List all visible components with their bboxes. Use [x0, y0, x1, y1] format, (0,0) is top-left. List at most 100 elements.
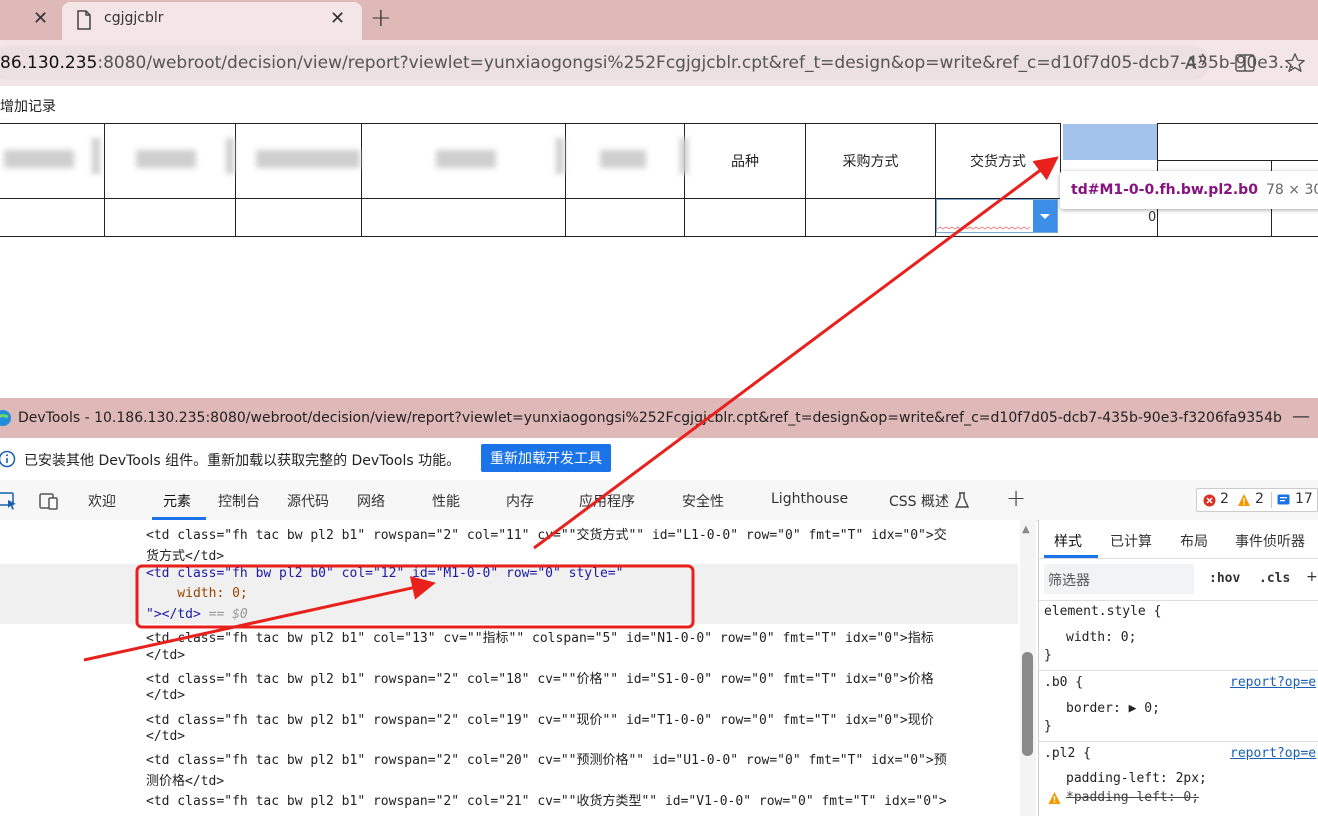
- dropdown-arrow-button[interactable]: [1033, 200, 1057, 232]
- dom-line-selected-close: "></td>: [146, 607, 201, 622]
- dom-line-selected[interactable]: "></td> == $0: [146, 607, 248, 622]
- dom-line[interactable]: 测价格</td>: [146, 770, 224, 789]
- tab-performance[interactable]: 性能: [432, 491, 460, 511]
- report-data-cell[interactable]: [0, 198, 105, 237]
- rule-source-link[interactable]: report?op=e: [1230, 746, 1316, 761]
- close-tab-icon[interactable]: ✕: [330, 8, 345, 29]
- report-header-cell: [1157, 123, 1318, 161]
- dom-scrollbar-thumb[interactable]: [1022, 652, 1033, 756]
- dom-line[interactable]: <td class="fh tac bw pl2 b1" rowspan="2"…: [146, 524, 947, 543]
- error-icon: [1203, 494, 1216, 507]
- rule-b0: .b0 {: [1044, 675, 1084, 690]
- dom-line-selected[interactable]: width: 0;: [146, 586, 247, 601]
- styles-tab-computed[interactable]: 已计算: [1110, 531, 1152, 551]
- styles-tab-styles[interactable]: 样式: [1054, 531, 1082, 551]
- decl-padding-left[interactable]: padding-left: 2px;: [1066, 771, 1207, 786]
- close-tab-icon[interactable]: ✕: [33, 8, 48, 29]
- cell-value: 0: [1148, 210, 1157, 225]
- dom-line[interactable]: <td class="fh tac bw pl2 b1" col="13" cv…: [146, 627, 934, 646]
- rule-element-style: element.style {: [1044, 604, 1162, 619]
- hover-state-toggle[interactable]: :hov: [1209, 571, 1240, 586]
- favorite-star-icon[interactable]: [1284, 52, 1306, 74]
- reload-devtools-button[interactable]: 重新加载开发工具: [481, 444, 611, 472]
- dom-line[interactable]: <td class="fh tac bw pl2 b1" rowspan="2"…: [146, 668, 934, 687]
- blurred-header-text: [556, 138, 564, 174]
- rule-close-brace: }: [1044, 719, 1052, 734]
- tab-sources[interactable]: 源代码: [287, 491, 329, 511]
- dom-line[interactable]: <td class="fh tac bw pl2 b1" rowspan="2"…: [146, 709, 934, 728]
- read-aloud-icon[interactable]: A: [1184, 52, 1208, 74]
- tab-welcome[interactable]: 欢迎: [88, 491, 116, 511]
- url-host: 86.130.235: [0, 53, 98, 73]
- dom-line[interactable]: </td>: [146, 729, 185, 744]
- blurred-header-text: [256, 150, 360, 168]
- inspect-highlight-box: [1063, 124, 1157, 160]
- url-path: :8080/webroot/decision/view/report?viewl…: [97, 53, 1295, 73]
- dom-line[interactable]: </td>: [146, 648, 185, 663]
- report-data-cell[interactable]: [565, 198, 685, 237]
- tab-console[interactable]: 控制台: [218, 491, 260, 511]
- edge-logo-icon: [0, 410, 11, 426]
- warning-icon: [1238, 494, 1250, 506]
- report-data-cell[interactable]: [684, 198, 806, 237]
- delivery-method-dropdown[interactable]: [936, 199, 1058, 233]
- styles-divider: [1039, 558, 1318, 559]
- styles-tab-layout[interactable]: 布局: [1180, 531, 1208, 551]
- node-expand-marker[interactable]: ›: [0, 566, 1, 580]
- selected-node-marker: == $0: [200, 607, 248, 622]
- svg-text:A: A: [1185, 54, 1197, 74]
- blurred-header-text: [92, 138, 100, 174]
- add-record-link[interactable]: 增加记录: [0, 96, 56, 116]
- tab-network[interactable]: 网络: [357, 491, 385, 511]
- error-count: 2: [1220, 491, 1229, 507]
- split-screen-icon[interactable]: [1234, 53, 1256, 73]
- styles-divider: [1039, 741, 1318, 742]
- new-tab-button[interactable]: +: [370, 3, 392, 33]
- scroll-up-arrow-icon[interactable]: ▲: [1022, 524, 1030, 535]
- tab-css-overview[interactable]: CSS 概述: [889, 491, 949, 511]
- rule-pl2: .pl2 {: [1044, 746, 1091, 761]
- info-messages-icon: [1277, 494, 1290, 505]
- report-data-cell[interactable]: [104, 198, 236, 237]
- invalid-property-warning-icon: [1048, 792, 1061, 804]
- decl-border[interactable]: border: ▶ 0;: [1066, 701, 1160, 716]
- dom-line[interactable]: </td>: [146, 688, 185, 703]
- device-toolbar-icon[interactable]: [38, 491, 60, 511]
- class-toggle[interactable]: .cls: [1259, 571, 1290, 586]
- header-variety: 品种: [684, 123, 806, 199]
- report-data-cell[interactable]: [805, 198, 936, 237]
- rule-source-link[interactable]: report?op=e: [1230, 675, 1316, 690]
- new-rule-button[interactable]: +: [1306, 569, 1318, 585]
- dom-line[interactable]: <td class="fh tac bw pl2 b1" rowspan="2"…: [146, 790, 947, 809]
- blurred-header-text: [600, 150, 646, 168]
- tab-title: cgjgjcblr: [104, 10, 164, 26]
- devtools-tab-bar: [0, 480, 1318, 521]
- tab-security[interactable]: 安全性: [682, 491, 724, 511]
- url-text[interactable]: 86.130.235:8080/webroot/decision/view/re…: [0, 53, 1295, 73]
- report-data-cell[interactable]: [235, 198, 362, 237]
- tab-elements[interactable]: 元素: [163, 491, 191, 511]
- flask-icon: [954, 492, 970, 508]
- more-tabs-button[interactable]: +: [1006, 484, 1026, 512]
- decl-width[interactable]: width: 0;: [1066, 630, 1136, 645]
- tab-application[interactable]: 应用程序: [579, 491, 635, 511]
- tab-lighthouse[interactable]: Lighthouse: [771, 491, 848, 507]
- header-purchase-method: 采购方式: [805, 123, 936, 199]
- page-icon: [77, 10, 91, 30]
- dom-line[interactable]: 货方式</td>: [146, 545, 224, 564]
- issue-counters[interactable]: 2 2 17: [1196, 488, 1318, 512]
- styles-divider: [1039, 670, 1318, 671]
- tab-memory[interactable]: 内存: [506, 491, 534, 511]
- tooltip-selector: td#M1-0-0.fh.bw.pl2.b0: [1071, 182, 1258, 198]
- dom-line[interactable]: <td class="fh tac bw pl2 b1" rowspan="2"…: [146, 749, 947, 768]
- decl-padding-left-invalid[interactable]: *padding-left: 0;: [1066, 790, 1199, 805]
- styles-filter-input[interactable]: 筛选器: [1044, 564, 1194, 594]
- report-data-cell[interactable]: [361, 198, 566, 237]
- styles-divider: [1039, 600, 1318, 601]
- inspect-tooltip: td#M1-0-0.fh.bw.pl2.b0 78 × 30: [1060, 171, 1318, 209]
- inspect-element-icon[interactable]: [0, 491, 18, 511]
- dom-line-selected[interactable]: <td class="fh bw pl2 b0" col="12" id="M1…: [146, 566, 623, 581]
- minimize-button[interactable]: —: [1292, 406, 1310, 427]
- styles-tab-event-listeners[interactable]: 事件侦听器: [1235, 531, 1305, 551]
- chevron-down-icon: [1040, 214, 1050, 219]
